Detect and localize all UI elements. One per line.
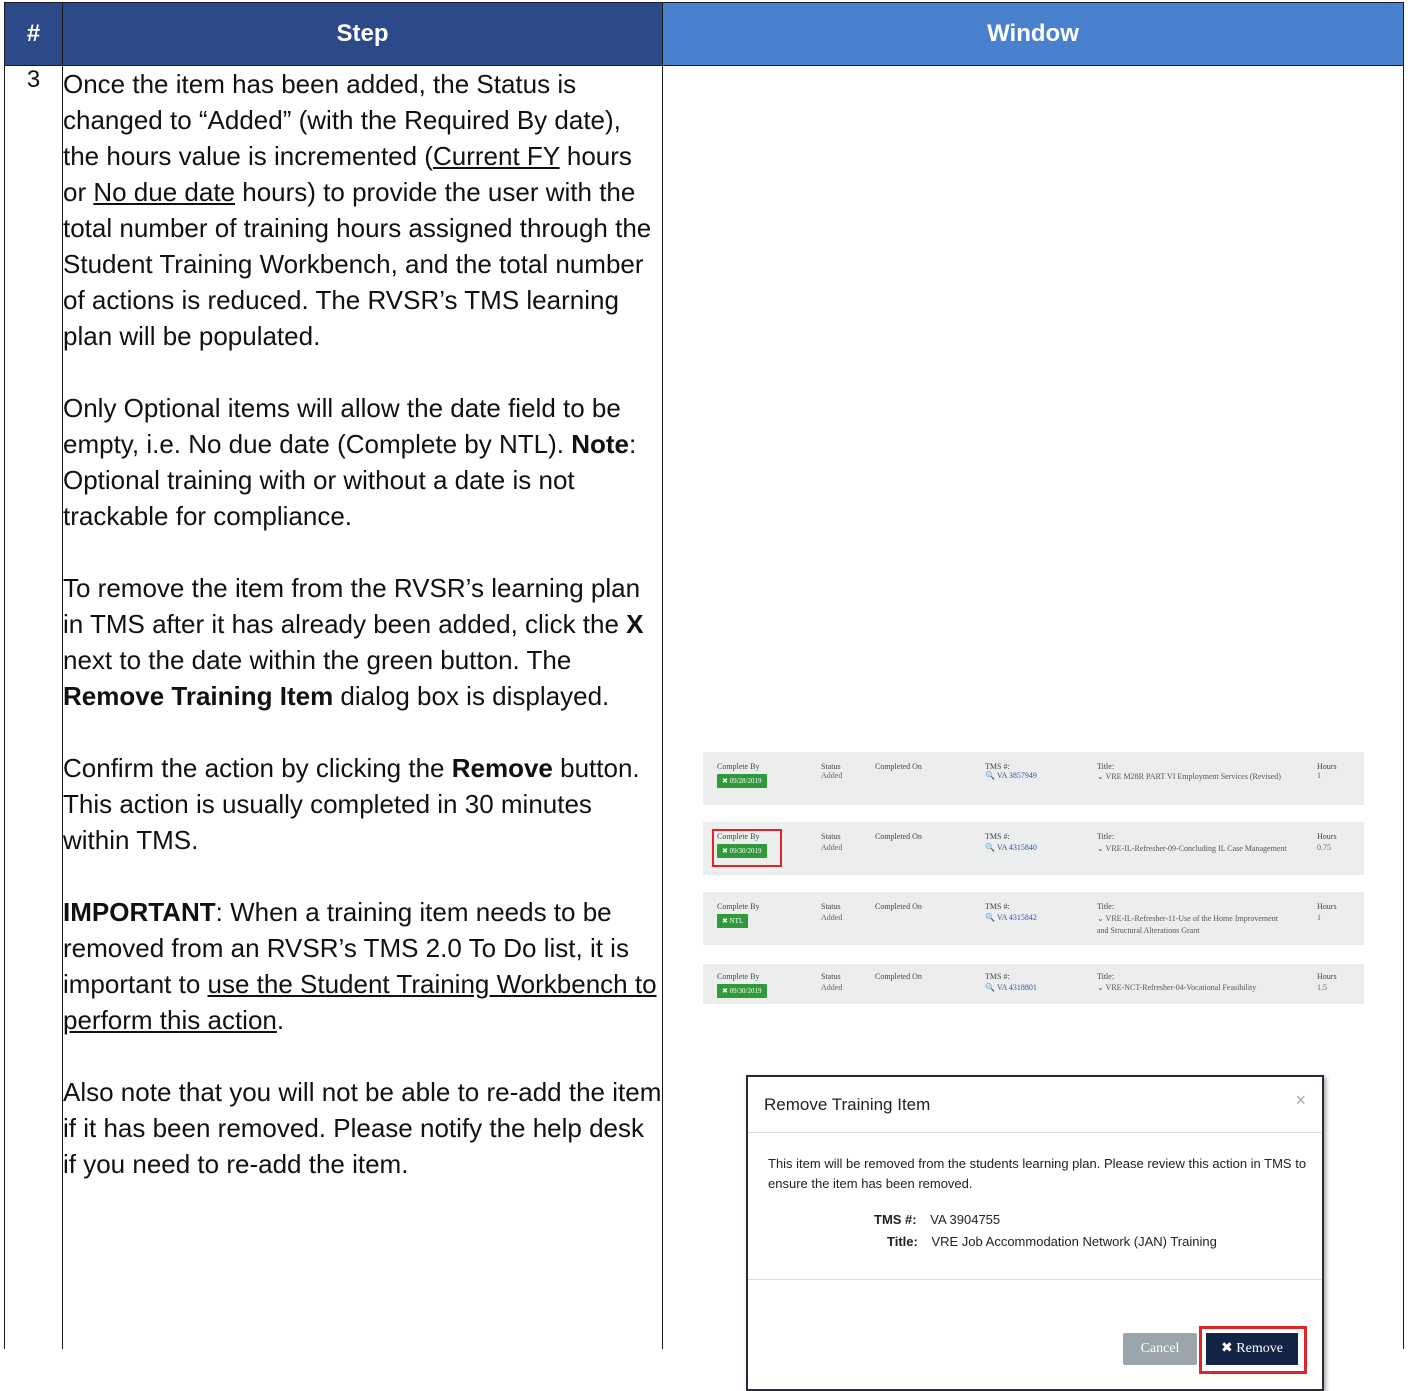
status-value: Added xyxy=(821,983,843,992)
divider xyxy=(748,1279,1322,1280)
paragraph-remove: To remove the item from the RVSR’s learn… xyxy=(63,570,662,714)
completed-on-label: Completed On xyxy=(875,832,922,841)
bold-text: Note xyxy=(571,429,629,459)
remove-training-dialog: Remove Training Item × This item will be… xyxy=(746,1075,1324,1391)
status-label: Status xyxy=(821,832,841,841)
tms-link[interactable]: 🔍 VA 4315842 xyxy=(985,913,1037,922)
window-cell: Complete By ✖ 09/28/2019 Status Added Co… xyxy=(662,65,1404,1391)
underlined-text: No due date xyxy=(93,177,236,207)
step-text: Once the item has been added, the Status… xyxy=(62,65,663,1349)
text: . xyxy=(276,1005,285,1035)
status-value: Added xyxy=(821,771,843,780)
paragraph-status: Once the item has been added, the Status… xyxy=(63,66,662,354)
complete-by-label: Complete By xyxy=(717,762,760,771)
tms-label: TMS #: xyxy=(985,972,1010,981)
divider xyxy=(748,1132,1322,1133)
hours-value: 1.5 xyxy=(1317,983,1327,992)
training-list-screenshot: Complete By ✖ 09/28/2019 Status Added Co… xyxy=(703,752,1364,1018)
header-row: # Step Window xyxy=(4,2,1404,66)
paragraph-optional: Only Optional items will allow the date … xyxy=(63,390,662,534)
dialog-title: Remove Training Item xyxy=(764,1095,931,1114)
hours-value: 1 xyxy=(1317,771,1321,780)
bold-text: Remove xyxy=(451,753,553,783)
title-label: Title: xyxy=(1097,972,1115,981)
title-label: Title: xyxy=(1097,762,1115,771)
title-field-value: VRE Job Accommodation Network (JAN) Trai… xyxy=(931,1234,1217,1249)
paragraph-note: Also note that you will not be able to r… xyxy=(63,1077,662,1179)
title-value[interactable]: ⌄ VRE M28R PART VI Employment Services (… xyxy=(1097,771,1287,783)
completed-on-label: Completed On xyxy=(875,902,922,911)
step-row: 3 Once the item has been added, the Stat… xyxy=(4,65,1404,1391)
text: Confirm the action by clicking the xyxy=(63,753,452,783)
title-label: Title: xyxy=(1097,832,1115,841)
date-chip-button[interactable]: ✖ 09/28/2019 xyxy=(717,774,767,788)
status-value: Added xyxy=(821,913,843,922)
highlight-box xyxy=(712,829,782,867)
text: next to the date within the green button… xyxy=(63,645,572,675)
header-step: Step xyxy=(62,2,663,66)
title-value[interactable]: ⌄ VRE-NCT-Refresher-04-Vocational Feasib… xyxy=(1097,982,1287,994)
status-value: Added xyxy=(821,843,843,852)
bold-text: IMPORTANT xyxy=(63,897,216,927)
procedure-table: # Step Window 3 Once the item has been a… xyxy=(4,2,1404,1391)
title-value[interactable]: ⌄ VRE-IL-Refresher-09-Concluding IL Case… xyxy=(1097,843,1287,855)
tms-number-value: VA 3904755 xyxy=(930,1212,1001,1227)
tms-label: TMS #: xyxy=(985,902,1010,911)
hours-label: Hours xyxy=(1317,762,1337,771)
title-row: Title: VRE Job Accommodation Network (JA… xyxy=(887,1234,1217,1249)
hours-value: 0.75 xyxy=(1317,843,1331,852)
hours-label: Hours xyxy=(1317,902,1337,911)
list-item: Complete By ✖ 09/30/2019 Status Added Co… xyxy=(703,822,1364,875)
tms-label: TMS #: xyxy=(985,832,1010,841)
status-label: Status xyxy=(821,762,841,771)
remove-button[interactable]: ✖ Remove xyxy=(1206,1333,1298,1365)
close-icon[interactable]: × xyxy=(1295,1090,1306,1111)
header-window: Window xyxy=(662,2,1404,66)
paragraph-confirm: Confirm the action by clicking the Remov… xyxy=(63,750,662,858)
bold-text: Remove Training Item xyxy=(63,681,334,711)
title-label: Title: xyxy=(1097,902,1115,911)
tms-number-label: TMS #: xyxy=(874,1212,917,1227)
status-label: Status xyxy=(821,972,841,981)
status-label: Status xyxy=(821,902,841,911)
text: dialog box is displayed. xyxy=(333,681,610,711)
tms-row: TMS #: VA 3904755 xyxy=(874,1212,1000,1227)
title-field-label: Title: xyxy=(887,1234,918,1249)
header-number: # xyxy=(4,2,63,66)
title-value[interactable]: ⌄ VRE-IL-Refresher-11-Use of the Home Im… xyxy=(1097,913,1287,937)
tms-label: TMS #: xyxy=(985,762,1010,771)
bold-text: X xyxy=(626,609,644,639)
tms-link[interactable]: 🔍 VA 3857949 xyxy=(985,771,1037,780)
hours-value: 1 xyxy=(1317,913,1321,922)
date-chip-button[interactable]: ✖ 09/30/2019 xyxy=(717,984,767,998)
tms-link[interactable]: 🔍 VA 4318801 xyxy=(985,983,1037,992)
list-item: Complete By ✖ NTL Status Added Completed… xyxy=(703,892,1364,945)
list-item: Complete By ✖ 09/28/2019 Status Added Co… xyxy=(703,752,1364,805)
list-item: Complete By ✖ 09/30/2019 Status Added Co… xyxy=(703,964,1364,1004)
complete-by-label: Complete By xyxy=(717,902,760,911)
hours-label: Hours xyxy=(1317,972,1337,981)
paragraph-important: IMPORTANT: When a training item needs to… xyxy=(63,894,662,1038)
completed-on-label: Completed On xyxy=(875,972,922,981)
underlined-text: Current FY xyxy=(432,141,560,171)
tms-link[interactable]: 🔍 VA 4315840 xyxy=(985,843,1037,852)
date-chip-button[interactable]: ✖ NTL xyxy=(717,914,749,928)
text: Only Optional items will allow the date … xyxy=(63,393,621,459)
text: To remove the item from the RVSR’s learn… xyxy=(63,573,641,639)
complete-by-label: Complete By xyxy=(717,972,760,981)
cancel-button[interactable]: Cancel xyxy=(1123,1333,1197,1365)
completed-on-label: Completed On xyxy=(875,762,922,771)
step-number: 3 xyxy=(4,65,63,1349)
dialog-message: This item will be removed from the stude… xyxy=(768,1156,1307,1191)
hours-label: Hours xyxy=(1317,832,1337,841)
